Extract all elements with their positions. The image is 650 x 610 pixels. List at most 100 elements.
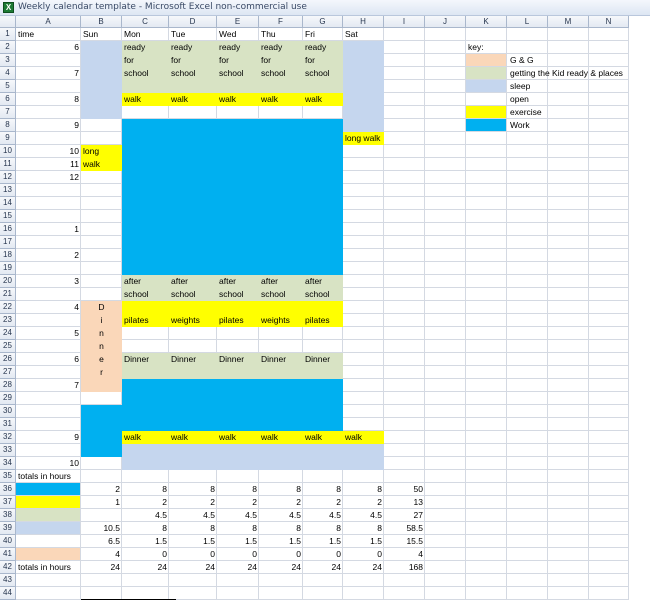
legend-item-sleep[interactable]: sleep xyxy=(466,80,650,93)
totals-value[interactable]: 8 xyxy=(122,483,169,496)
activity-block-work[interactable] xyxy=(122,379,169,431)
schedule-cell-text[interactable]: school xyxy=(169,67,217,80)
row-header-30[interactable]: 30 xyxy=(0,405,16,418)
schedule-cell-text[interactable]: weights xyxy=(169,314,217,327)
schedule-cell-text[interactable]: school xyxy=(217,288,259,301)
row-header-3[interactable]: 3 xyxy=(0,54,16,67)
hour-label[interactable]: 10 xyxy=(16,145,81,158)
column-header-i[interactable]: I xyxy=(384,16,425,28)
totals-footer-value[interactable]: 168 xyxy=(384,561,425,574)
totals-value[interactable]: 8 xyxy=(303,522,343,535)
totals-value[interactable]: 4.5 xyxy=(303,509,343,522)
schedule-cell-text[interactable]: walk xyxy=(259,431,303,444)
row-header-39[interactable]: 39 xyxy=(0,522,16,535)
schedule-cell-text[interactable]: school xyxy=(169,288,217,301)
totals-value[interactable]: 6.5 xyxy=(81,535,122,548)
hour-label[interactable]: 6 xyxy=(16,353,81,366)
totals-footer-value[interactable]: 24 xyxy=(217,561,259,574)
row-header-12[interactable]: 12 xyxy=(0,171,16,184)
schedule-cell-text[interactable]: for xyxy=(217,54,259,67)
totals-value[interactable]: 2 xyxy=(217,496,259,509)
column-header-b[interactable]: B xyxy=(81,16,122,28)
totals-value[interactable]: 27 xyxy=(384,509,425,522)
activity-block-work[interactable] xyxy=(259,379,303,431)
totals-value[interactable]: 4 xyxy=(384,548,425,561)
totals-value[interactable]: 15.5 xyxy=(384,535,425,548)
spreadsheet-grid[interactable]: A B C D E F G H I J K L M N 1 2 3 4 5 6 7 8 9 10 11 12 13 14 15 16 17 1… xyxy=(0,16,650,610)
hour-label[interactable]: 7 xyxy=(16,379,81,392)
row-header-40[interactable]: 40 xyxy=(0,535,16,548)
row-header-8[interactable]: 8 xyxy=(0,119,16,132)
totals-value[interactable]: 4.5 xyxy=(259,509,303,522)
schedule-cell-text[interactable]: after xyxy=(217,275,259,288)
day-header-mon[interactable]: Mon xyxy=(122,28,169,41)
day-header-wed[interactable]: Wed xyxy=(217,28,259,41)
schedule-cell-text[interactable]: walk xyxy=(169,93,217,106)
row-header-6[interactable]: 6 xyxy=(0,93,16,106)
activity-block-sleep[interactable] xyxy=(303,444,343,470)
totals-value[interactable]: 0 xyxy=(303,548,343,561)
schedule-cell-text[interactable]: walk xyxy=(169,431,217,444)
column-header-m[interactable]: M xyxy=(548,16,589,28)
totals-value[interactable]: 58.5 xyxy=(384,522,425,535)
row-header-15[interactable]: 15 xyxy=(0,210,16,223)
hour-label[interactable]: 1 xyxy=(16,223,81,236)
row-header-35[interactable]: 35 xyxy=(0,470,16,483)
row-header-36[interactable]: 36 xyxy=(0,483,16,496)
row-header-2[interactable]: 2 xyxy=(0,41,16,54)
schedule-cell-text[interactable]: after xyxy=(303,275,343,288)
totals-value[interactable]: 1.5 xyxy=(217,535,259,548)
row-header-16[interactable]: 16 xyxy=(0,223,16,236)
day-header-tue[interactable]: Tue xyxy=(169,28,217,41)
totals-value[interactable]: 4.5 xyxy=(343,509,384,522)
totals-value[interactable]: 4.5 xyxy=(169,509,217,522)
hour-label[interactable]: 10 xyxy=(16,457,81,470)
totals-value[interactable]: 0 xyxy=(122,548,169,561)
schedule-cell-text[interactable]: ready xyxy=(122,41,169,54)
excel-icon[interactable]: X xyxy=(3,2,14,13)
row-header-33[interactable]: 33 xyxy=(0,444,16,457)
schedule-cell-text[interactable]: weights xyxy=(259,314,303,327)
totals-value[interactable]: 2 xyxy=(259,496,303,509)
row-header-38[interactable]: 38 xyxy=(0,509,16,522)
row-header-28[interactable]: 28 xyxy=(0,379,16,392)
totals-footer-value[interactable]: 24 xyxy=(343,561,384,574)
schedule-cell-text[interactable]: r xyxy=(81,366,122,379)
totals-value[interactable]: 8 xyxy=(169,522,217,535)
row-header-9[interactable]: 9 xyxy=(0,132,16,145)
schedule-cell-text[interactable]: ready xyxy=(217,41,259,54)
schedule-cell-text[interactable]: school xyxy=(303,67,343,80)
schedule-cell-text[interactable]: walk xyxy=(217,93,259,106)
schedule-cell-text[interactable]: after xyxy=(259,275,303,288)
row-header-17[interactable]: 17 xyxy=(0,236,16,249)
row-header-1[interactable]: 1 xyxy=(0,28,16,41)
column-header-a[interactable]: A xyxy=(16,16,81,28)
totals-value[interactable]: 4.5 xyxy=(217,509,259,522)
schedule-cell-text[interactable]: pilates xyxy=(217,314,259,327)
schedule-cell-text[interactable]: school xyxy=(303,288,343,301)
row-header-14[interactable]: 14 xyxy=(0,197,16,210)
row-header-10[interactable]: 10 xyxy=(0,145,16,158)
column-header-d[interactable]: D xyxy=(169,16,217,28)
schedule-cell-text[interactable]: school xyxy=(259,288,303,301)
column-header-e[interactable]: E xyxy=(217,16,259,28)
totals-value[interactable]: 1.5 xyxy=(169,535,217,548)
legend-item-work[interactable]: Work xyxy=(466,119,650,132)
row-header-21[interactable]: 21 xyxy=(0,288,16,301)
row-header-37[interactable]: 37 xyxy=(0,496,16,509)
totals-value[interactable]: 8 xyxy=(259,483,303,496)
schedule-cell-text[interactable]: n xyxy=(81,327,122,340)
hour-label[interactable]: 12 xyxy=(16,171,81,184)
row-header-5[interactable]: 5 xyxy=(0,80,16,93)
column-header-f[interactable]: F xyxy=(259,16,303,28)
activity-block-work[interactable] xyxy=(217,119,259,275)
hour-label[interactable]: 7 xyxy=(16,67,81,80)
column-header-g[interactable]: G xyxy=(303,16,343,28)
legend-item-open[interactable]: open xyxy=(466,93,650,106)
row-header-25[interactable]: 25 xyxy=(0,340,16,353)
totals-value[interactable]: 4.5 xyxy=(122,509,169,522)
totals-swatch-gg[interactable] xyxy=(16,548,81,561)
schedule-cell-text[interactable]: walk xyxy=(259,93,303,106)
totals-value[interactable]: 8 xyxy=(217,522,259,535)
hour-label[interactable]: 2 xyxy=(16,249,81,262)
